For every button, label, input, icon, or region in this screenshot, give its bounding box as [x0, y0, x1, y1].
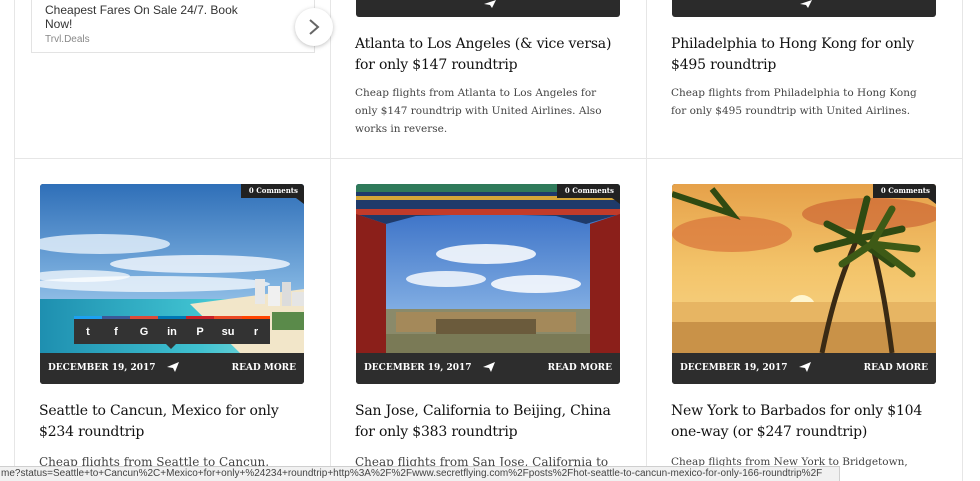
plane-icon [800, 0, 812, 8]
status-bar-url: me?status=Seattle+to+Cancun%2C+Mexico+fo… [0, 466, 840, 481]
pinterest-icon[interactable]: P [186, 316, 214, 344]
chevron-right-icon [309, 19, 320, 35]
post-card[interactable]: 0 Comments DECEMBER 19, 2017 READ MORE [672, 184, 936, 384]
post-date: DECEMBER 19, 2017 [680, 363, 788, 373]
ad-source: Trvl.Deals [45, 34, 90, 45]
post-title[interactable]: Philadelphia to Hong Kong for only $495 … [671, 34, 941, 76]
post-title[interactable]: Seattle to Cancun, Mexico for only $234 … [39, 401, 309, 443]
twitter-icon[interactable]: t [74, 316, 102, 344]
post-date: DECEMBER 19, 2017 [364, 363, 472, 373]
post-image[interactable] [356, 184, 620, 353]
post-excerpt: Cheap flights from Atlanta to Los Angele… [355, 87, 602, 135]
post-meta-bar [672, 0, 936, 17]
read-more-link[interactable]: READ MORE [548, 353, 612, 384]
read-more-link[interactable]: READ MORE [232, 353, 296, 384]
column-divider [646, 0, 647, 481]
column-divider [962, 0, 963, 481]
facebook-icon[interactable]: f [102, 316, 130, 344]
read-more-link[interactable]: READ MORE [864, 353, 928, 384]
post-title[interactable]: New York to Barbados for only $104 one-w… [671, 401, 941, 443]
post-title[interactable]: San Jose, California to Beijing, China f… [355, 401, 625, 443]
post-excerpt: Cheap flights from Philadelphia to Hong … [671, 87, 917, 117]
plane-icon [167, 362, 179, 372]
google-plus-icon[interactable]: G [130, 316, 158, 344]
row-divider [14, 158, 963, 159]
post-card[interactable]: 0 Comments DECEMBER 19, 2017 READ MORE [356, 184, 620, 384]
column-divider [330, 0, 331, 481]
post-meta-bar [356, 0, 620, 17]
post-meta-bar: DECEMBER 19, 2017 READ MORE [40, 353, 304, 384]
post-meta-bar: DECEMBER 19, 2017 READ MORE [356, 353, 620, 384]
ad-text: Cheapest Fares On Sale 24/7. Book Now! [45, 3, 238, 31]
comments-badge[interactable]: 0 Comments [240, 184, 304, 198]
post-title[interactable]: Atlanta to Los Angeles (& vice versa) fo… [355, 34, 625, 76]
ad-card[interactable]: Cheapest Fares On Sale 24/7. Book Now! T… [31, 0, 333, 53]
post-date: DECEMBER 19, 2017 [48, 363, 156, 373]
reddit-icon[interactable]: r [242, 316, 270, 344]
post-meta-bar: DECEMBER 19, 2017 READ MORE [672, 353, 936, 384]
share-bar: t f G in P su r [74, 316, 270, 344]
ad-next-button[interactable] [295, 8, 333, 46]
plane-icon [799, 362, 811, 372]
comments-badge[interactable]: 0 Comments [872, 184, 936, 198]
stumbleupon-icon[interactable]: su [214, 316, 242, 344]
comments-badge[interactable]: 0 Comments [556, 184, 620, 198]
column-divider [14, 0, 15, 481]
linkedin-icon[interactable]: in [158, 316, 186, 344]
plane-icon [483, 362, 495, 372]
post-image[interactable] [672, 184, 936, 353]
plane-icon [484, 0, 496, 8]
post-card[interactable]: 0 Comments DECEMBER 19, 2017 READ MORE [40, 184, 304, 384]
